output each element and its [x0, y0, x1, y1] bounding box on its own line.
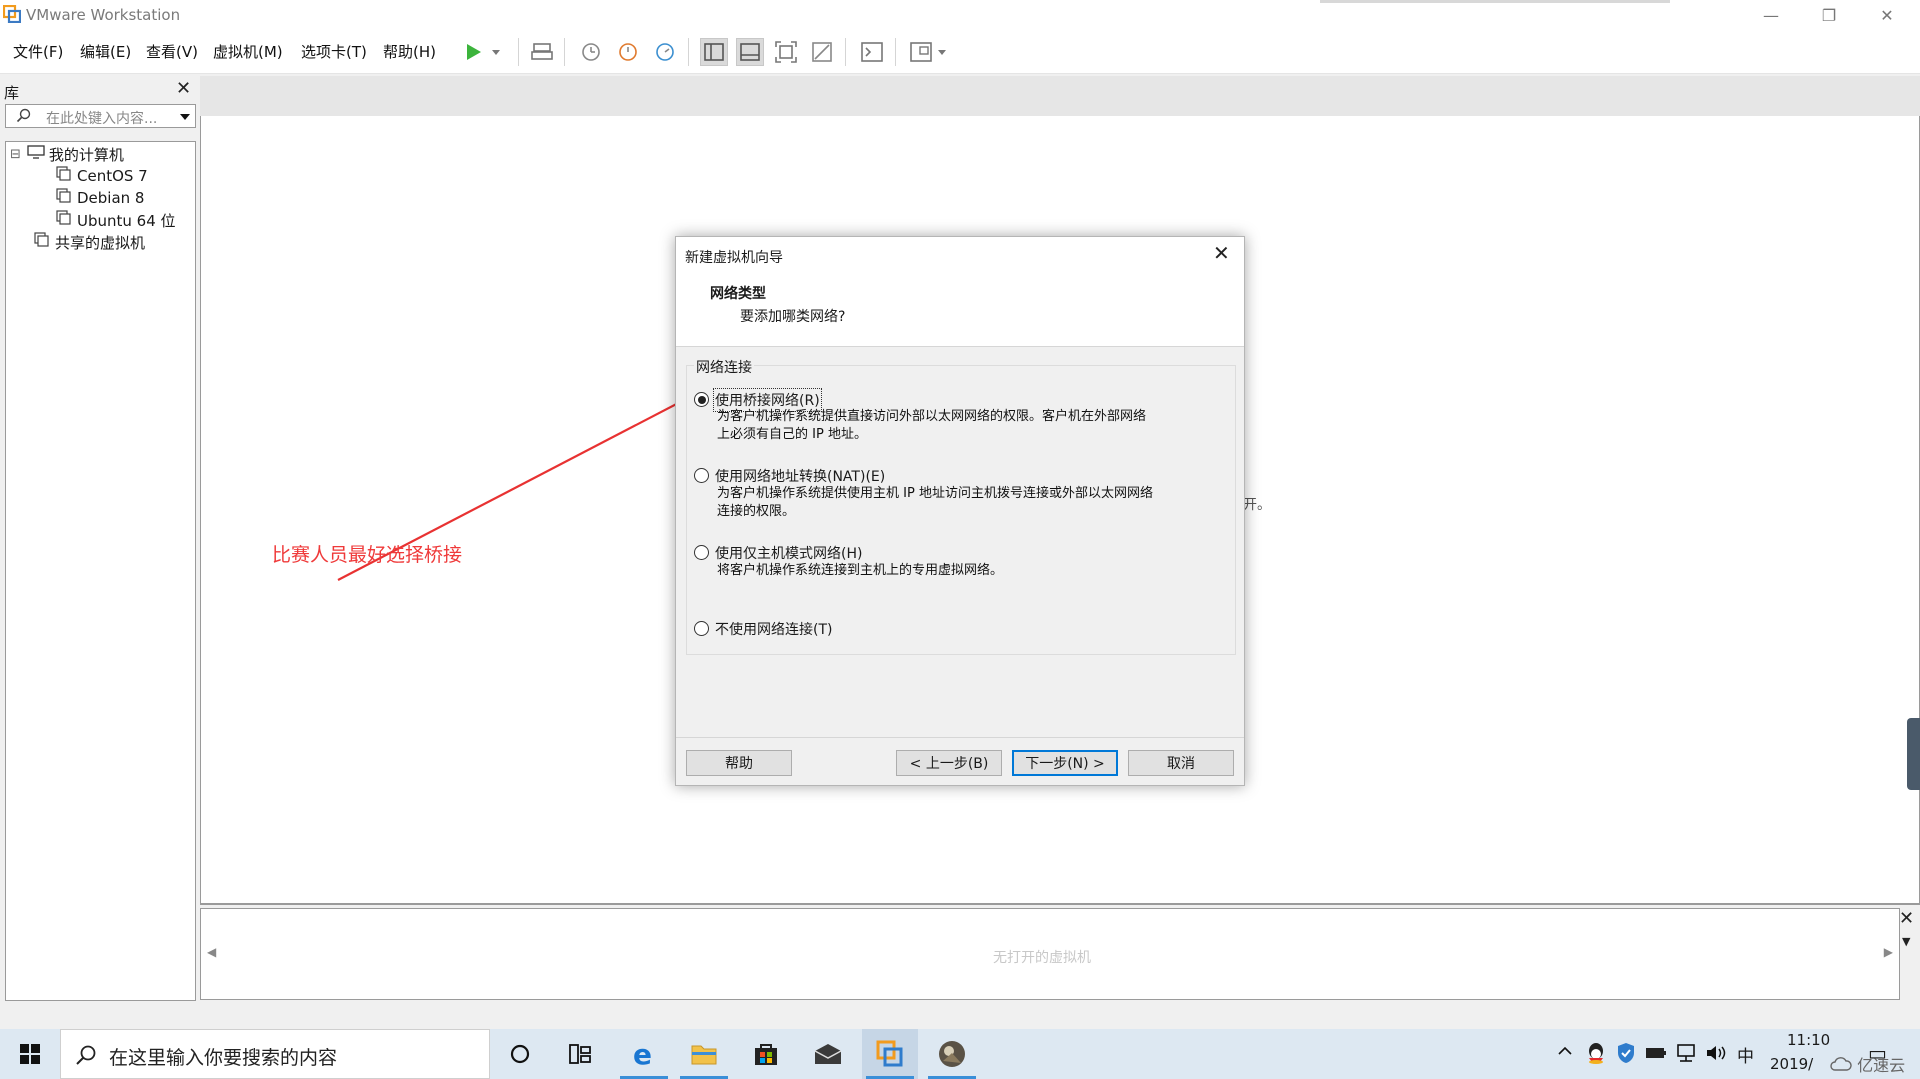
- vmware-icon[interactable]: [862, 1029, 918, 1079]
- dialog-heading: 网络类型: [710, 286, 766, 302]
- option-label-nat[interactable]: 使用网络地址转换(NAT)(E): [715, 466, 885, 486]
- annotation-text: 比赛人员最好选择桥接: [272, 544, 463, 566]
- radio-bridged[interactable]: [694, 392, 709, 407]
- cortana-icon[interactable]: [492, 1029, 548, 1079]
- option-label-bridged[interactable]: 使用桥接网络(R): [713, 388, 822, 412]
- radio-nat[interactable]: [694, 468, 709, 483]
- show-hidden-icons-icon[interactable]: [1557, 1044, 1573, 1062]
- radio-selected-dot: [697, 395, 706, 404]
- dialog-header: 新建虚拟机向导 ✕ 网络类型 要添加哪类网络?: [676, 237, 1244, 347]
- photo-app-icon[interactable]: [924, 1029, 980, 1079]
- option-desc-nat-2: 连接的权限。: [717, 504, 796, 519]
- dialog-subheading: 要添加哪类网络?: [740, 309, 846, 325]
- edge-icon[interactable]: e: [616, 1029, 672, 1079]
- windows-taskbar: 在这里输入你要搜索的内容 e 中 11:10 2019/ ▭: [0, 1029, 1920, 1079]
- radio-host-only[interactable]: [694, 545, 709, 560]
- new-vm-wizard-dialog: 新建虚拟机向导 ✕ 网络类型 要添加哪类网络? 网络连接 使用桥接网络(R) 为…: [675, 236, 1245, 786]
- mail-icon[interactable]: [800, 1029, 856, 1079]
- footer-divider: [676, 737, 1244, 738]
- option-desc-bridged-2: 上必须有自己的 IP 地址。: [717, 427, 867, 442]
- dialog-title: 新建虚拟机向导: [685, 250, 783, 266]
- qq-icon[interactable]: [1586, 1042, 1606, 1068]
- group-label: 网络连接: [694, 357, 754, 377]
- dialog-close-button[interactable]: ✕: [1213, 241, 1230, 265]
- watermark-logo: 亿速云: [1830, 1052, 1905, 1076]
- battery-icon[interactable]: [1645, 1046, 1667, 1064]
- option-desc-host-only: 将客户机操作系统连接到主机上的专用虚拟网络。: [717, 563, 1004, 578]
- option-label-host-only[interactable]: 使用仅主机模式网络(H): [715, 543, 862, 563]
- option-label-no-network[interactable]: 不使用网络连接(T): [715, 619, 832, 639]
- store-icon[interactable]: [738, 1029, 794, 1079]
- clock-time[interactable]: 11:10: [1787, 1031, 1830, 1049]
- taskbar-search-box[interactable]: 在这里输入你要搜索的内容: [60, 1029, 490, 1079]
- taskbar-search-placeholder: 在这里输入你要搜索的内容: [109, 1047, 338, 1069]
- help-button[interactable]: 帮助: [686, 750, 792, 776]
- svg-text:e: e: [633, 1040, 652, 1068]
- watermark-text: 亿速云: [1857, 1056, 1906, 1075]
- security-icon[interactable]: [1617, 1042, 1635, 1068]
- cloud-icon: [1830, 1056, 1857, 1075]
- next-button[interactable]: 下一步(N) >: [1012, 750, 1118, 776]
- cancel-button[interactable]: 取消: [1128, 750, 1234, 776]
- option-desc-nat-1: 为客户机操作系统提供使用主机 IP 地址访问主机拨号连接或外部以太网网络: [717, 486, 1153, 501]
- input-method-indicator[interactable]: 中: [1737, 1042, 1754, 1067]
- volume-icon[interactable]: [1705, 1043, 1727, 1067]
- task-view-icon[interactable]: [552, 1029, 608, 1079]
- radio-no-network[interactable]: [694, 621, 709, 636]
- search-icon: [75, 1044, 97, 1070]
- file-explorer-icon[interactable]: [676, 1029, 732, 1079]
- back-button[interactable]: < 上一步(B): [896, 750, 1002, 776]
- clock-date[interactable]: 2019/: [1770, 1055, 1813, 1073]
- option-desc-bridged-1: 为客户机操作系统提供直接访问外部以太网网络的权限。客户机在外部网络: [717, 409, 1147, 424]
- network-icon[interactable]: [1675, 1043, 1697, 1067]
- windows-start-icon[interactable]: [0, 1029, 60, 1079]
